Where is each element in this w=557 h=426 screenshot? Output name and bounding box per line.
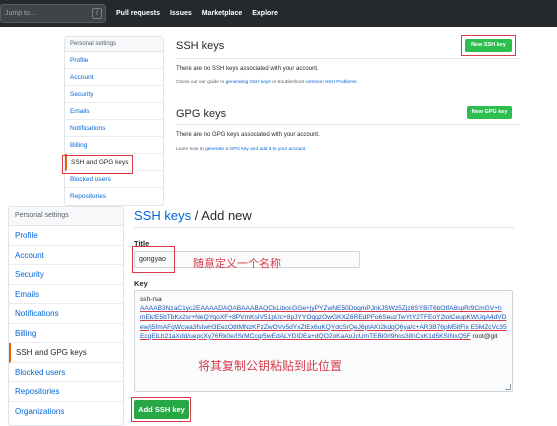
search-placeholder: Jump to... — [5, 10, 36, 17]
highlight-title-input — [132, 246, 175, 273]
gpg-guide-text: Learn how to generate a GPG key and add … — [176, 147, 307, 152]
sidebar-item-repositories[interactable]: Repositories — [9, 382, 123, 402]
sidebar-heading: Personal settings — [9, 207, 123, 226]
ssh-guide-pre: Check out our guide to — [176, 80, 226, 85]
sidebar-item-billing[interactable]: Billing — [65, 137, 163, 154]
breadcrumb-current: Add new — [201, 208, 252, 223]
title-annotation: 随意定义一个名称 — [193, 257, 281, 270]
page-title: SSH keys / Add new — [134, 208, 252, 223]
sidebar-item-profile[interactable]: Profile — [9, 226, 123, 246]
key-body: AAAAB3NzaC1yc2EAAAADAQABAAABAQCkLibocGGe… — [140, 305, 507, 340]
lower-settings-sidebar: Personal settings Profile Account Securi… — [8, 206, 124, 426]
highlight-ssh-gpg-sidebar — [62, 155, 133, 174]
sidebar-item-emails[interactable]: Emails — [65, 103, 163, 120]
ssh-guide-text: Check out our guide to generating SSH ke… — [176, 80, 358, 85]
sidebar-item-organizations[interactable]: Organizations — [9, 402, 123, 422]
link-common-ssh-problems[interactable]: common SSH Problems — [305, 80, 356, 85]
new-gpg-key-button[interactable]: New GPG key — [467, 106, 512, 119]
gpg-guide-post: . — [305, 147, 307, 152]
sidebar-item-security[interactable]: Security — [65, 86, 163, 103]
sidebar-item-account[interactable]: Account — [9, 246, 123, 265]
sidebar-item-notifications[interactable]: Notifications — [65, 120, 163, 137]
sidebar-item-blocked-users[interactable]: Blocked users — [9, 363, 123, 382]
sidebar-item-security[interactable]: Security — [9, 265, 123, 285]
sidebar-item-account[interactable]: Account — [65, 69, 163, 86]
link-generate-gpg-key[interactable]: generate a GPG key and add it to your ac… — [205, 147, 305, 152]
ssh-guide-mid: or troubleshoot — [270, 80, 306, 85]
key-prefix: ssh-rsa — [140, 296, 162, 303]
sidebar-item-repositories[interactable]: Repositories — [65, 188, 163, 205]
link-generating-ssh-keys[interactable]: generating SSH keys — [226, 80, 271, 85]
header-nav: Pull requests Issues Marketplace Explore — [116, 0, 288, 27]
resize-handle[interactable] — [505, 384, 511, 390]
ssh-keys-title: SSH keys — [176, 40, 225, 52]
gpg-keys-title: GPG keys — [176, 108, 227, 120]
search-shortcut-key: / — [92, 8, 102, 19]
nav-marketplace[interactable]: Marketplace — [202, 10, 242, 17]
sidebar-item-ssh-gpg-keys[interactable]: SSH and GPG keys — [9, 343, 123, 363]
key-textarea[interactable]: ssh-rsa AAAAB3NzaC1yc2EAAAADAQABAAABAQCk… — [134, 290, 513, 392]
github-header: Jump to... / Pull requests Issues Market… — [0, 0, 557, 27]
sidebar-item-billing[interactable]: Billing — [9, 324, 123, 343]
divider — [176, 124, 520, 125]
key-label: Key — [134, 279, 148, 288]
gpg-guide-pre: Learn how to — [176, 147, 206, 152]
sidebar-item-notifications[interactable]: Notifications — [9, 304, 123, 324]
key-annotation: 将其复制公钥粘贴到此位置 — [198, 359, 343, 373]
sidebar-heading: Personal settings — [65, 37, 163, 52]
sidebar-item-emails[interactable]: Emails — [9, 285, 123, 304]
ssh-guide-post: . — [356, 80, 358, 85]
divider — [134, 227, 514, 228]
highlight-new-ssh-key — [461, 35, 516, 56]
ssh-empty-message: There are no SSH keys associated with yo… — [176, 66, 319, 72]
key-suffix: root@git — [470, 332, 498, 340]
divider — [176, 58, 520, 59]
nav-explore[interactable]: Explore — [252, 10, 278, 17]
sidebar-item-profile[interactable]: Profile — [65, 52, 163, 69]
upper-settings-sidebar: Personal settings Profile Account Securi… — [64, 36, 164, 206]
breadcrumb-ssh-keys[interactable]: SSH keys — [134, 208, 191, 223]
nav-issues[interactable]: Issues — [170, 10, 192, 17]
gpg-empty-message: There are no GPG keys associated with yo… — [176, 132, 320, 138]
breadcrumb-separator: / — [191, 208, 202, 223]
highlight-add-ssh-key — [131, 397, 191, 422]
search-input[interactable]: Jump to... / — [0, 4, 106, 23]
nav-pull-requests[interactable]: Pull requests — [116, 10, 160, 17]
